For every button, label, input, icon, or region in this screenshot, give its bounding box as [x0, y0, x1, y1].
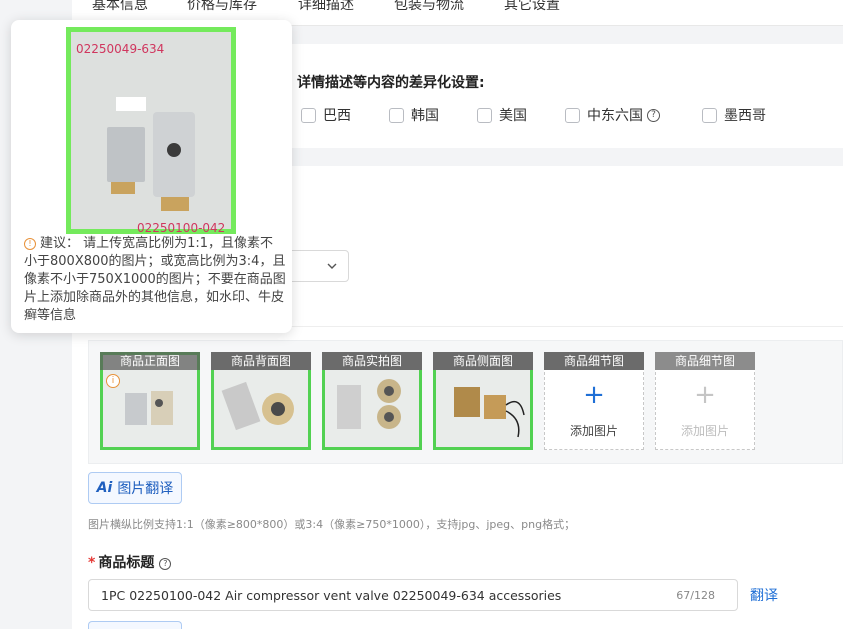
image-slot-detail[interactable]: 商品细节图 + 添加图片 [544, 352, 644, 450]
chevron-down-icon [326, 258, 338, 277]
image-code-top: 02250049-634 [76, 42, 165, 56]
checkbox-box[interactable] [565, 107, 580, 123]
checkbox-box[interactable] [477, 107, 492, 123]
image-caption: 商品实拍图 [322, 352, 422, 370]
checkbox-label: 韩国 [411, 108, 439, 124]
image-caption: 商品背面图 [211, 352, 311, 370]
checkbox-box[interactable] [702, 107, 717, 123]
checkbox-label: 巴西 [323, 108, 351, 124]
checkbox-korea[interactable]: 韩国 [389, 105, 439, 125]
required-mark: * [88, 555, 96, 571]
checkbox-usa[interactable]: 美国 [477, 105, 527, 125]
checkbox-middle-east[interactable]: 中东六国? [565, 105, 660, 125]
image-code-bottom: 02250100-042 [137, 221, 226, 235]
checkbox-mexico[interactable]: 墨西哥 [702, 105, 766, 125]
checkbox-label: 墨西哥 [724, 108, 766, 124]
tab-packaging[interactable]: 包装与物流 [394, 0, 464, 14]
product-title-input[interactable]: 1PC 02250100-042 Air compressor vent val… [88, 579, 738, 611]
plus-icon[interactable]: + [544, 380, 644, 410]
add-image-label: 添加图片 [680, 424, 729, 438]
help-icon[interactable]: ? [647, 108, 660, 122]
image-format-hint: 图片横纵比例支持1:1（像素≥800*800）或3:4（像素≥750*1000）… [88, 518, 576, 531]
image-slot-back[interactable]: 商品背面图 [211, 352, 311, 450]
char-count: 67/128 [676, 589, 715, 602]
image-caption: 商品正面图 [100, 352, 200, 370]
tab-price-stock[interactable]: 价格与库存 [187, 0, 257, 14]
image-slot-side[interactable]: 商品侧面图 [433, 352, 533, 450]
image-caption: 商品细节图 [544, 352, 644, 370]
checkbox-label: 中东六国 [587, 108, 643, 124]
help-icon[interactable]: ? [159, 558, 172, 570]
ai-icon: Ai [96, 480, 113, 496]
product-title-label: * 商品标题? [88, 552, 172, 572]
image-caption: 商品细节图 [655, 352, 755, 370]
diff-settings-label: 详情描述等内容的差异化设置: [297, 75, 485, 91]
image-guideline-tooltip: 02250049-634 02250100-042 ! 建议： 请上传宽高比例为1… [11, 20, 292, 333]
image-caption: 商品侧面图 [433, 352, 533, 370]
checkbox-box[interactable] [301, 107, 316, 123]
image-slot-detail-disabled: 商品细节图 + 添加图片 [655, 352, 755, 450]
add-image-label[interactable]: 添加图片 [544, 422, 644, 439]
tab-other-settings[interactable]: 其它设置 [504, 0, 560, 14]
translate-link[interactable]: 翻译 [750, 585, 778, 605]
tooltip-message: 建议： 请上传宽高比例为1:1，且像素不小于800X800的图片；或宽高比例为3… [24, 236, 286, 323]
next-button-partial[interactable] [88, 621, 182, 629]
info-icon: ! [24, 238, 36, 250]
image-translate-label: 图片翻译 [117, 481, 174, 497]
product-title-text: 商品标题 [98, 555, 155, 571]
image-slot-real[interactable]: 商品实拍图 [322, 352, 422, 450]
product-title-value: 1PC 02250100-042 Air compressor vent val… [101, 588, 562, 603]
checkbox-brazil[interactable]: 巴西 [301, 105, 351, 125]
tooltip-example-image: 02250049-634 02250100-042 [66, 27, 236, 235]
tab-description[interactable]: 详细描述 [298, 0, 354, 14]
checkbox-label: 美国 [499, 108, 527, 124]
tab-basic-info[interactable]: 基本信息 [92, 0, 148, 14]
image-slot-front[interactable]: 商品正面图 i [100, 352, 200, 450]
plus-icon: + [694, 380, 716, 410]
warning-icon[interactable]: i [106, 374, 120, 388]
tooltip-text: ! 建议： 请上传宽高比例为1:1，且像素不小于800X800的图片；或宽高比例为… [24, 235, 286, 325]
checkbox-box[interactable] [389, 107, 404, 123]
image-translate-button[interactable]: Ai 图片翻译 [88, 472, 182, 504]
